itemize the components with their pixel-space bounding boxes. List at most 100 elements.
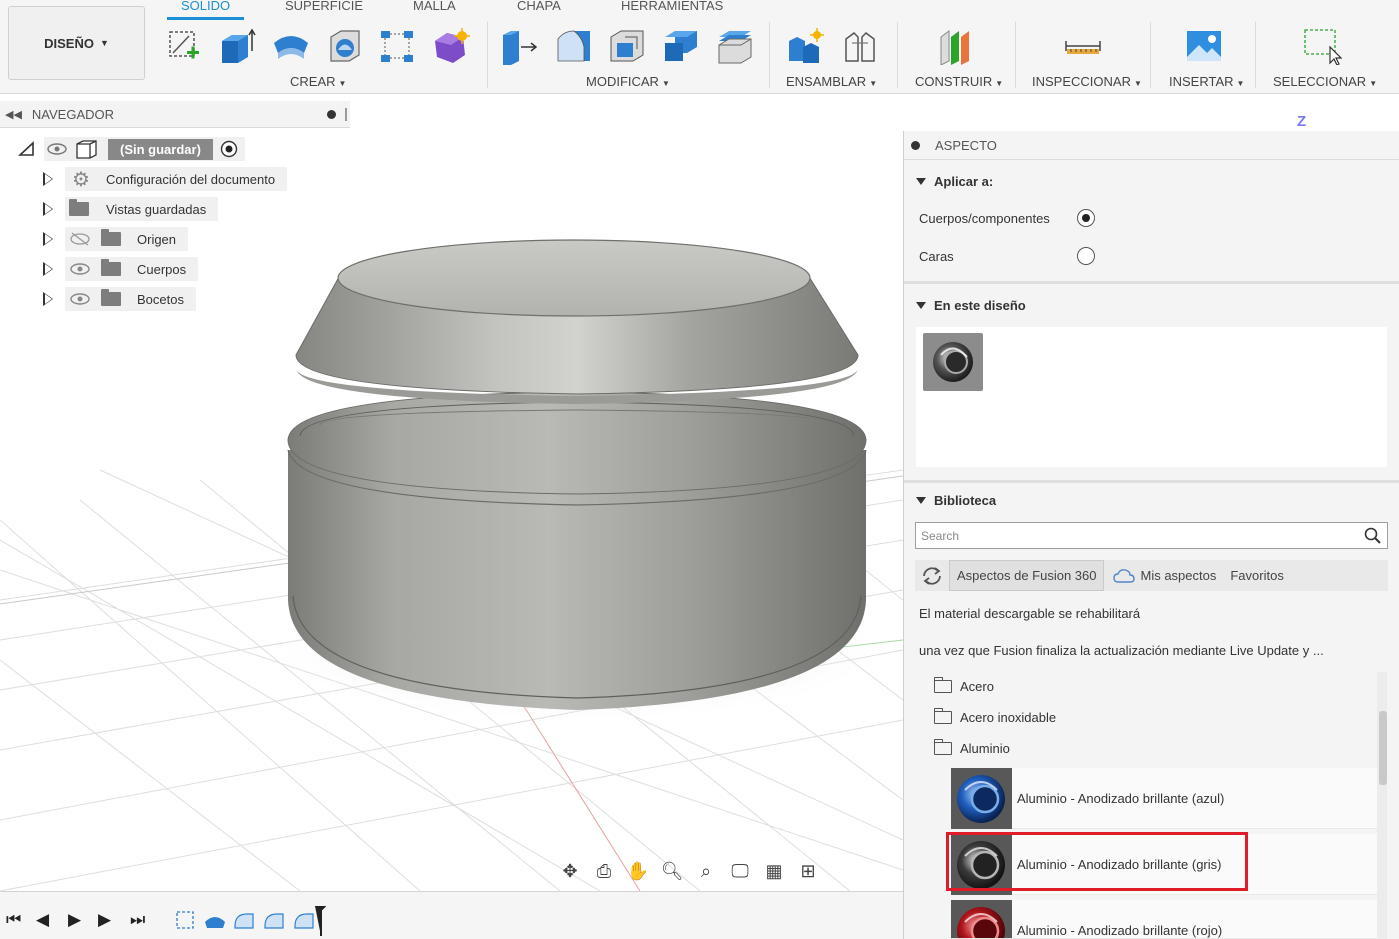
zoom-window-icon[interactable]: ⌕ bbox=[691, 858, 721, 884]
tree-root[interactable]: (Sin guardar) bbox=[18, 137, 245, 161]
new-component-icon[interactable] bbox=[785, 26, 825, 66]
viewports-icon[interactable]: ⊞ bbox=[793, 858, 823, 884]
group-modificar[interactable]: MODIFICAR ▼ bbox=[586, 74, 670, 89]
ribbon-divider bbox=[897, 22, 898, 88]
navigator-header[interactable]: ◀◀ NAVEGADOR bbox=[0, 101, 350, 128]
expand-arrow-icon[interactable] bbox=[43, 172, 53, 186]
extrude-icon[interactable] bbox=[217, 26, 257, 66]
library-folder-acero-inoxidable[interactable]: Acero inoxidable bbox=[933, 708, 1056, 725]
shell-icon[interactable] bbox=[324, 26, 364, 66]
eye-icon[interactable] bbox=[67, 261, 93, 277]
appearance-panel-header[interactable]: ASPECTO bbox=[904, 131, 1399, 160]
collapse-triangle-icon[interactable] bbox=[916, 302, 926, 309]
library-search-field[interactable] bbox=[915, 522, 1388, 549]
create-form-icon[interactable] bbox=[431, 26, 471, 66]
pan-hand-icon[interactable]: ✋ bbox=[623, 858, 653, 884]
collapse-triangle-icon[interactable] bbox=[916, 178, 926, 185]
press-pull-icon[interactable] bbox=[499, 26, 539, 66]
in-design-section-header[interactable]: En este diseño bbox=[916, 298, 1026, 313]
radio-faces[interactable] bbox=[1077, 247, 1095, 265]
document-name[interactable]: (Sin guardar) bbox=[108, 138, 213, 160]
revolve-icon[interactable] bbox=[271, 26, 311, 66]
fillet-icon[interactable] bbox=[554, 26, 594, 66]
offset-plane-icon[interactable] bbox=[935, 26, 975, 66]
chamfer-icon[interactable] bbox=[607, 26, 647, 66]
zoom-icon[interactable]: 🔍︎ bbox=[657, 858, 687, 884]
panel-resize-handle[interactable] bbox=[345, 108, 347, 121]
tab-fusion-appearances[interactable]: Aspectos de Fusion 360 bbox=[949, 560, 1105, 591]
tab-solido[interactable]: SOLIDO bbox=[181, 0, 230, 13]
activate-radio-icon[interactable] bbox=[219, 139, 239, 159]
create-sketch-icon[interactable] bbox=[164, 26, 204, 66]
measure-icon[interactable] bbox=[1063, 26, 1103, 66]
chevron-down-icon: ▼ bbox=[99, 38, 109, 48]
pattern-icon[interactable] bbox=[377, 26, 417, 66]
workspace-dropdown-button[interactable]: DISEÑO ▼ bbox=[8, 6, 145, 80]
radio-bodies-components[interactable] bbox=[1077, 209, 1095, 227]
tree-item-origen[interactable]: Origen bbox=[43, 227, 189, 251]
timeline-features[interactable] bbox=[173, 906, 333, 936]
library-section-header[interactable]: Biblioteca bbox=[916, 493, 996, 508]
tree-item-configuracion[interactable]: ⚙ Configuración del documento bbox=[43, 167, 288, 191]
library-folder-aluminio[interactable]: Aluminio bbox=[933, 739, 1010, 756]
eye-icon[interactable] bbox=[44, 141, 70, 157]
tree-item-vistas[interactable]: Vistas guardadas bbox=[43, 197, 219, 221]
tab-herramientas[interactable]: HERRAMIENTAS bbox=[621, 0, 723, 13]
display-settings-icon[interactable]: 🖵︎ bbox=[725, 858, 755, 884]
expand-arrow-icon[interactable] bbox=[43, 262, 53, 276]
library-search-input[interactable] bbox=[921, 528, 1361, 543]
group-inspeccionar[interactable]: INSPECCIONAR ▼ bbox=[1032, 74, 1142, 89]
combine-icon[interactable] bbox=[661, 26, 701, 66]
last-step-icon[interactable]: ⏭ bbox=[130, 910, 145, 930]
expand-arrow-icon[interactable] bbox=[43, 292, 53, 306]
group-crear[interactable]: CREAR ▼ bbox=[290, 74, 346, 89]
navigator-title: NAVEGADOR bbox=[31, 106, 115, 122]
material-item-rojo[interactable]: Aluminio - Anodizado brillante (rojo) bbox=[951, 900, 1377, 939]
previous-step-icon[interactable]: ◀ bbox=[36, 910, 49, 930]
refresh-icon[interactable] bbox=[915, 560, 949, 591]
offset-face-icon[interactable] bbox=[715, 26, 755, 66]
material-item-azul[interactable]: Aluminio - Anodizado brillante (azul) bbox=[951, 767, 1377, 829]
group-construir[interactable]: CONSTRUIR ▼ bbox=[915, 74, 1003, 89]
library-tabs: Aspectos de Fusion 360 Mis aspectos Favo… bbox=[915, 560, 1388, 591]
look-at-icon[interactable]: ⎙ bbox=[589, 858, 619, 884]
group-seleccionar[interactable]: SELECCIONAR ▼ bbox=[1273, 74, 1377, 89]
workspace-label: DISEÑO bbox=[44, 35, 94, 51]
select-window-icon[interactable] bbox=[1302, 26, 1342, 66]
eye-hidden-icon[interactable] bbox=[67, 231, 93, 247]
tree-item-bocetos[interactable]: Bocetos bbox=[43, 287, 196, 311]
expand-triangle-icon[interactable] bbox=[18, 141, 36, 157]
collapse-icon[interactable]: ◀◀ bbox=[5, 108, 22, 121]
folder-icon bbox=[933, 708, 952, 724]
next-step-icon[interactable]: ▶ bbox=[98, 910, 111, 930]
tab-chapa[interactable]: CHAPA bbox=[517, 0, 561, 13]
tree-item-cuerpos[interactable]: Cuerpos bbox=[43, 257, 199, 281]
eye-icon[interactable] bbox=[67, 291, 93, 307]
expand-arrow-icon[interactable] bbox=[43, 202, 53, 216]
material-item-gris[interactable]: Aluminio - Anodizado brillante (gris) bbox=[951, 833, 1377, 895]
orbit-icon[interactable]: ✥ bbox=[555, 858, 585, 884]
library-folder-acero[interactable]: Acero bbox=[933, 677, 994, 694]
joint-icon[interactable] bbox=[840, 26, 880, 66]
viewcube-z-axis[interactable]: Z bbox=[1297, 113, 1306, 130]
cylinder-cap[interactable] bbox=[295, 239, 859, 404]
cylinder-body[interactable] bbox=[287, 391, 867, 710]
panel-pin-icon[interactable] bbox=[327, 110, 336, 119]
expand-arrow-icon[interactable] bbox=[43, 232, 53, 246]
tab-my-appearances[interactable]: Mis aspectos bbox=[1104, 560, 1223, 591]
tab-favorites[interactable]: Favoritos bbox=[1223, 560, 1290, 591]
grid-settings-icon[interactable]: ▦ bbox=[759, 858, 789, 884]
group-ensamblar[interactable]: ENSAMBLAR ▼ bbox=[786, 74, 877, 89]
search-icon[interactable] bbox=[1364, 527, 1382, 545]
collapse-triangle-icon[interactable] bbox=[916, 497, 926, 504]
gray-anodized-swatch[interactable] bbox=[923, 333, 983, 391]
group-insertar[interactable]: INSERTAR ▼ bbox=[1169, 74, 1244, 89]
panel-pin-icon[interactable] bbox=[911, 140, 920, 150]
library-scrollbar-thumb[interactable] bbox=[1379, 711, 1387, 785]
first-step-icon[interactable]: ⏮ bbox=[6, 910, 21, 930]
apply-to-section-header[interactable]: Aplicar a: bbox=[916, 174, 993, 189]
play-icon[interactable]: ▶ bbox=[68, 910, 81, 930]
insert-image-icon[interactable] bbox=[1184, 26, 1224, 66]
tab-superficie[interactable]: SUPERFICIE bbox=[285, 0, 363, 13]
tab-malla[interactable]: MALLA bbox=[413, 0, 456, 13]
